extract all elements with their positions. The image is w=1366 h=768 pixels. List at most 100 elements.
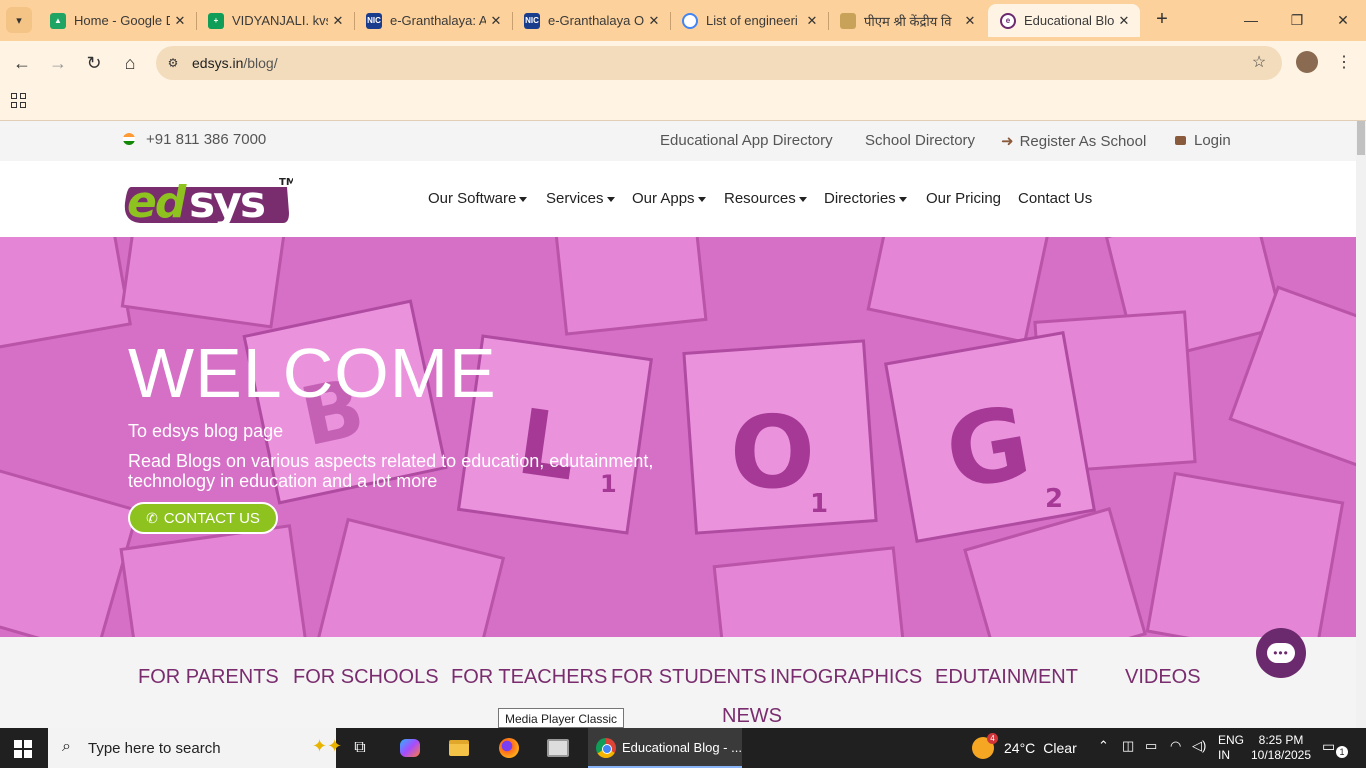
tab-pm-shri[interactable]: पीएम श्री केंद्रीय वि ✕ (828, 4, 986, 37)
close-tab-icon[interactable]: ✕ (644, 13, 664, 29)
search-placeholder: Type here to search (88, 740, 221, 757)
nav-contact-us[interactable]: Contact Us (1018, 190, 1092, 207)
tab-title: List of engineeri (706, 13, 798, 28)
battery-icon[interactable]: ▭ (1145, 738, 1157, 754)
hero-title: WELCOME (128, 334, 497, 412)
caret-down-icon (606, 196, 615, 202)
close-tab-icon[interactable]: ✕ (802, 13, 822, 29)
media-player-classic-icon[interactable] (546, 736, 570, 760)
tab-google-drive[interactable]: ▲ Home - Google Drive ✕ (38, 4, 196, 37)
firefox-icon[interactable] (497, 736, 521, 760)
close-tab-icon[interactable]: ✕ (960, 13, 980, 29)
svg-text:TM: TM (279, 177, 293, 188)
category-news[interactable]: NEWS (722, 705, 782, 728)
minimize-button[interactable]: — (1236, 8, 1266, 32)
windows-start-icon[interactable] (14, 740, 32, 758)
file-explorer-icon[interactable] (447, 736, 471, 760)
new-tab-button[interactable]: + (1150, 8, 1174, 32)
nav-services[interactable]: Services (546, 190, 615, 207)
chrome-icon (596, 738, 616, 758)
nav-resources[interactable]: Resources (724, 190, 807, 207)
close-tab-icon[interactable]: ✕ (486, 13, 506, 29)
task-view-icon[interactable]: ⧉ (348, 736, 372, 760)
tab-title: Educational Blog (1024, 13, 1114, 28)
chat-bubble-icon: ••• (1267, 643, 1295, 663)
nav-our-apps[interactable]: Our Apps (632, 190, 706, 207)
clock[interactable]: 8:25 PM 10/18/2025 (1250, 733, 1312, 763)
tab-list-of-engineering[interactable]: List of engineeri ✕ (670, 4, 828, 37)
bookmarks-bar (0, 85, 1366, 121)
home-button[interactable]: ⌂ (118, 51, 142, 75)
app-directory-link[interactable]: Educational App Directory (660, 132, 833, 149)
hero-subtitle: To edsys blog page (128, 421, 284, 441)
phone-icon: ✆ (146, 509, 158, 526)
tab-vidyanjali[interactable]: + VIDYANJALI. kvs ✕ (196, 4, 354, 37)
page-scrollbar[interactable] (1356, 121, 1366, 728)
address-bar[interactable]: ⚙ edsys.in/blog/ ☆ (156, 46, 1282, 80)
tab-e-granthalaya-o[interactable]: NIC e-Granthalaya O ✕ (512, 4, 670, 37)
hero-description: Read Blogs on various aspects related to… (128, 451, 654, 491)
category-for-schools[interactable]: FOR SCHOOLS (293, 666, 439, 689)
restore-button[interactable]: ❐ (1282, 8, 1312, 32)
weather-widget[interactable]: 4 24°C Clear (972, 733, 1077, 760)
chevron-up-icon[interactable]: ⌃ (1098, 738, 1109, 754)
profile-avatar[interactable] (1296, 51, 1318, 73)
tab-search-button[interactable]: ▾ (6, 7, 32, 33)
register-school-link[interactable]: ➜ Register As School (1001, 132, 1146, 150)
tooltip: Media Player Classic (498, 708, 625, 728)
copilot-icon[interactable] (398, 736, 422, 760)
volume-icon[interactable]: ◁) (1192, 738, 1206, 754)
nic-icon: NIC (524, 12, 540, 29)
tab-title: VIDYANJALI. kvs (232, 13, 328, 28)
google-icon (682, 12, 698, 29)
wifi-icon[interactable]: ◠ (1170, 738, 1181, 754)
close-tab-icon[interactable]: ✕ (328, 13, 348, 29)
nic-icon: NIC (366, 12, 382, 29)
weather-condition: Clear (1043, 740, 1077, 756)
close-tab-icon[interactable]: ✕ (170, 13, 190, 29)
reload-button[interactable]: ↻ (82, 51, 106, 75)
contact-us-button[interactable]: ✆ CONTACT US (128, 502, 278, 534)
chat-button[interactable]: ••• (1256, 628, 1306, 678)
menu-dots-icon[interactable]: ⋮ (1336, 51, 1352, 75)
category-infographics[interactable]: INFOGRAPHICS (770, 666, 922, 689)
url-text[interactable]: edsys.in/blog/ (192, 55, 278, 71)
taskbar-app-title: Educational Blog - ... (622, 740, 742, 755)
tab-title: पीएम श्री केंद्रीय वि (864, 13, 952, 29)
windows-taskbar: ⌕ Type here to search ✦✦ ⧉ Educational B… (0, 728, 1366, 768)
lock-icon (1175, 135, 1186, 145)
taskbar-search[interactable]: ⌕ Type here to search ✦✦ (48, 728, 342, 768)
svg-text:sys: sys (189, 177, 265, 228)
copilot-sparkle-icon[interactable]: ✦✦ (312, 736, 342, 757)
phone-number[interactable]: +91 811 386 7000 (146, 131, 266, 148)
caret-down-icon (519, 196, 528, 202)
tab-educational-blog[interactable]: e Educational Blog ✕ (988, 4, 1140, 37)
apps-grid-icon[interactable] (11, 93, 27, 109)
school-directory-link[interactable]: School Directory (865, 132, 975, 149)
edsys-logo[interactable]: ed sys TM (123, 173, 293, 229)
category-for-students[interactable]: FOR STUDENTS (611, 666, 767, 689)
language-indicator[interactable]: ENG IN (1218, 733, 1244, 763)
close-window-button[interactable]: ✕ (1328, 8, 1358, 32)
forward-button[interactable]: → (46, 51, 70, 75)
notification-center-icon[interactable]: ▭ 1 (1322, 738, 1348, 758)
scrollbar-thumb[interactable] (1357, 121, 1365, 155)
nav-our-pricing[interactable]: Our Pricing (926, 190, 1001, 207)
bookmark-star-icon[interactable]: ☆ (1248, 52, 1270, 74)
category-for-teachers[interactable]: FOR TEACHERS (451, 666, 607, 689)
taskbar-chrome-app[interactable]: Educational Blog - ... (588, 728, 742, 768)
nav-our-software[interactable]: Our Software (428, 190, 528, 207)
login-link[interactable]: Login (1175, 132, 1231, 149)
tab-e-granthalaya-a[interactable]: NIC e-Granthalaya: A ✕ (354, 4, 512, 37)
category-for-parents[interactable]: FOR PARENTS (138, 666, 279, 689)
meet-now-icon[interactable]: ◫ (1122, 738, 1134, 754)
nav-directories[interactable]: Directories (824, 190, 907, 207)
category-edutainment[interactable]: EDUTAINMENT (935, 666, 1078, 689)
category-videos[interactable]: VIDEOS (1125, 666, 1201, 689)
tab-strip: ▾ ▲ Home - Google Drive ✕ + VIDYANJALI. … (0, 0, 1366, 41)
edsys-icon: e (1000, 12, 1016, 29)
back-button[interactable]: ← (10, 51, 34, 75)
site-info-icon[interactable]: ⚙ (164, 54, 182, 72)
svg-text:ed: ed (127, 177, 187, 228)
close-tab-icon[interactable]: ✕ (1114, 13, 1134, 29)
